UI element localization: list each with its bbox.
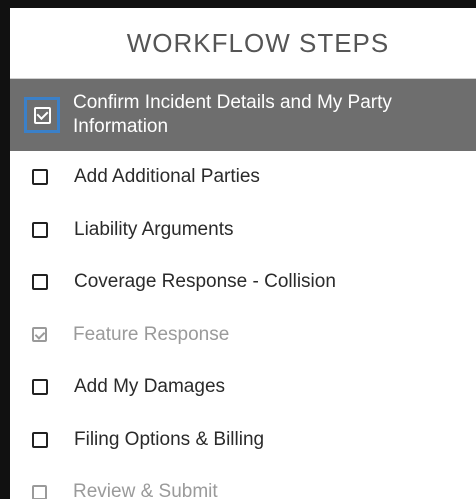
workflow-step-review-submit: Review & Submit (10, 466, 476, 499)
checkbox-checked-icon[interactable] (33, 106, 51, 124)
checkbox-empty-icon[interactable] (32, 169, 48, 186)
step-label: Confirm Incident Details and My Party In… (73, 92, 392, 137)
step-label: Filing Options & Billing (74, 428, 265, 450)
checkbox-empty-icon[interactable] (32, 431, 48, 448)
checkbox-empty-icon (32, 484, 47, 499)
workflow-step-confirm-incident[interactable]: Confirm Incident Details and My Party In… (10, 79, 476, 151)
checkbox-checked-icon (32, 327, 47, 343)
step-label: Liability Arguments (74, 218, 234, 240)
step-label: Add Additional Parties (74, 166, 260, 188)
step-label: Coverage Response - Collision (74, 271, 336, 293)
workflow-step-feature-response: Feature Response (10, 309, 476, 362)
step-label: Add My Damages (74, 376, 226, 398)
step-label: Feature Response (73, 323, 230, 345)
checkbox-empty-icon[interactable] (32, 274, 48, 291)
checkbox-empty-icon[interactable] (32, 379, 48, 396)
workflow-step-coverage-response[interactable]: Coverage Response - Collision (10, 256, 476, 309)
workflow-step-add-damages[interactable]: Add My Damages (10, 361, 476, 414)
workflow-step-add-parties[interactable]: Add Additional Parties (10, 151, 476, 204)
checkbox-empty-icon[interactable] (32, 221, 48, 238)
panel-title: WORKFLOW STEPS (10, 8, 476, 79)
workflow-steps-panel: WORKFLOW STEPS Confirm Incident Details … (0, 0, 476, 499)
workflow-step-liability-arguments[interactable]: Liability Arguments (10, 204, 476, 257)
workflow-step-filing-options[interactable]: Filing Options & Billing (10, 414, 476, 467)
workflow-step-list: Confirm Incident Details and My Party In… (10, 79, 476, 499)
step-label: Review & Submit (73, 481, 218, 499)
focus-ring (24, 97, 60, 133)
